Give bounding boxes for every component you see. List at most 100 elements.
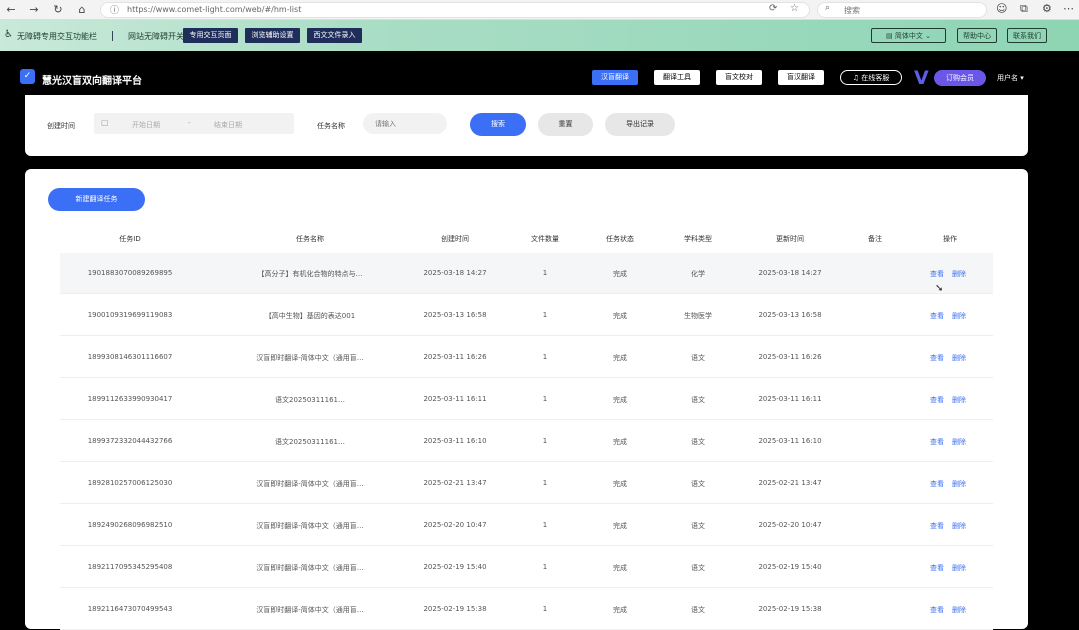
calendar-icon: ▢ [101,118,109,127]
cell-created-time: 2025-02-21 13:47 [423,479,487,487]
delete-link[interactable]: 删除 [952,521,966,531]
accessibility-title: 无障碍专用交互功能栏 [17,32,97,41]
address-text[interactable]: https://www.comet-light.com/web/#/hm-lis… [127,5,301,14]
view-link[interactable]: 查看 [930,521,944,531]
view-link[interactable]: 查看 [930,437,944,447]
delete-link[interactable]: 删除 [952,353,966,363]
refresh-icon[interactable]: ↻ [50,2,66,17]
cell-subject: 化学 [691,270,705,278]
delete-link[interactable]: 删除 [952,479,966,489]
cell-task-status: 完成 [613,354,627,362]
browser-toolbar: ← → ↻ ⌂ ⓘ https://www.comet-light.com/we… [0,0,1079,20]
cell-task-status: 完成 [613,480,627,488]
table-row[interactable]: 1899308146301116607 汉盲即时翻译-简体中文（通用盲… 2025-… [60,337,993,378]
vip-promo-button[interactable]: 订购会员 [934,70,986,86]
nav-braille-proofread[interactable]: 盲文校对 [716,70,762,85]
language-icon: ▤ [886,32,895,40]
accessibility-icon: ♿ [4,29,13,40]
reset-button[interactable]: 重置 [538,113,593,136]
view-link[interactable]: 查看 [930,395,944,405]
view-link[interactable]: 查看 [930,563,944,573]
table-row[interactable]: 1892116473070499543 汉盲即时翻译-简体中文（通用盲… 2025-… [60,589,993,630]
a11y-interaction-button[interactable]: 专用交互页面 [183,28,238,43]
more-icon[interactable]: ⋯ [1063,2,1074,15]
cell-updated-time: 2025-03-11 16:11 [758,395,822,403]
table-row[interactable]: 1900109319699119083 【高中生物】基因的表达001 2025-03… [60,295,993,336]
task-name-label: 任务名称 [317,122,345,130]
forward-icon[interactable]: → [26,2,42,17]
cell-file-count: 1 [542,437,548,445]
search-button[interactable]: 搜索 [470,113,526,136]
site-info-icon[interactable]: ⓘ [110,3,119,16]
cell-subject: 语文 [691,396,705,404]
profile-icon[interactable]: ☺ [996,2,1007,15]
table-row[interactable]: 1899112633990930417 语文20250311161… 2025-03… [60,379,993,420]
cell-file-count: 1 [542,563,548,571]
cell-task-status: 完成 [613,270,627,278]
user-menu[interactable]: 用户名 ▾ [997,73,1024,83]
view-link[interactable]: 查看 [930,353,944,363]
delete-link[interactable]: 删除 [952,395,966,405]
delete-link[interactable]: 删除 [952,563,966,573]
home-icon[interactable]: ⌂ [74,2,90,17]
a11y-file-input-button[interactable]: 西文文件录入 [307,28,362,43]
browser-search-field[interactable]: ⌕ 搜索 [817,2,987,18]
export-records-button[interactable]: 导出记录 [605,113,675,136]
cell-created-time: 2025-02-19 15:40 [423,563,487,571]
cell-task-status: 完成 [613,312,627,320]
cell-task-status: 完成 [613,438,627,446]
cell-file-count: 1 [542,605,548,613]
created-time-label: 创建时间 [47,122,75,130]
headset-icon: ♫ [852,74,862,82]
a11y-assist-settings-button[interactable]: 浏览辅助设置 [245,28,300,43]
delete-link[interactable]: 删除 [952,311,966,321]
brand-name[interactable]: 慧光汉盲双向翻译平台 [42,72,142,87]
collections-icon[interactable]: ⧉ [1020,2,1028,16]
view-link[interactable]: 查看 [930,605,944,615]
cell-updated-time: 2025-03-11 16:26 [758,353,822,361]
cell-task-name: 【高中生物】基因的表达001 [264,312,356,320]
start-date-input[interactable]: 开始日期 [132,120,160,130]
cell-updated-time: 2025-03-13 16:58 [758,311,822,319]
column-header-updated: 更新时间 [776,235,804,243]
delete-link[interactable]: 删除 [952,437,966,447]
cell-task-id: 1899308146301116607 [87,353,173,361]
online-service-button[interactable]: ♫ 在线客服 [840,70,902,85]
delete-link[interactable]: 删除 [952,269,966,279]
back-icon[interactable]: ← [3,2,19,17]
view-link[interactable]: 查看 [930,311,944,321]
task-name-input[interactable] [363,113,447,134]
cell-task-name: 汉盲即时翻译-简体中文（通用盲… [256,480,364,488]
cell-created-time: 2025-03-18 14:27 [423,269,487,277]
cell-created-time: 2025-03-13 16:58 [423,311,487,319]
date-separator: - [188,119,191,127]
language-select[interactable]: ▤ 简体中文 ⌄ [871,28,946,43]
cell-subject: 语文 [691,522,705,530]
brand-logo-icon: ✓ [20,69,35,84]
delete-link[interactable]: 删除 [952,605,966,615]
date-range-picker[interactable]: ▢ 开始日期 - 结束日期 [94,113,294,134]
table-row[interactable]: 1901883070089269895 【高分子】有机化合物的特点与… 2025-0… [60,253,993,294]
cell-file-count: 1 [542,353,548,361]
browser-search-text[interactable]: 搜索 [844,5,860,16]
table-row[interactable]: 1899372332044432766 语文20250311161… 2025-03… [60,421,993,462]
help-center-button[interactable]: 帮助中心 [957,28,997,43]
address-bar[interactable]: ⓘ https://www.comet-light.com/web/#/hm-l… [100,2,810,18]
cell-task-name: 汉盲即时翻译-简体中文（通用盲… [256,564,364,572]
new-task-button[interactable]: 新建翻译任务 [48,188,145,211]
nav-braille-translate[interactable]: 汉盲翻译 [592,70,638,85]
feedback-button[interactable]: 联系我们 [1007,28,1047,43]
favorite-icon[interactable]: ☆ [790,3,799,14]
end-date-input[interactable]: 结束日期 [214,120,242,130]
view-link[interactable]: 查看 [930,479,944,489]
column-header-id: 任务ID [119,235,141,243]
table-row[interactable]: 1892490268096982510 汉盲即时翻译-简体中文（通用盲… 2025-… [60,505,993,546]
view-link[interactable]: 查看 [930,269,944,279]
nav-translate-tools[interactable]: 翻译工具 [654,70,700,85]
settings-icon[interactable]: ⚙ [1042,2,1052,15]
divider [112,31,113,41]
nav-braille-to-chinese[interactable]: 盲汉翻译 [778,70,824,85]
table-row[interactable]: 1892117095345295408 汉盲即时翻译-简体中文（通用盲… 2025-… [60,547,993,588]
translate-icon[interactable]: ⟳ [769,3,777,14]
table-row[interactable]: 1892810257006125030 汉盲即时翻译-简体中文（通用盲… 2025-… [60,463,993,504]
